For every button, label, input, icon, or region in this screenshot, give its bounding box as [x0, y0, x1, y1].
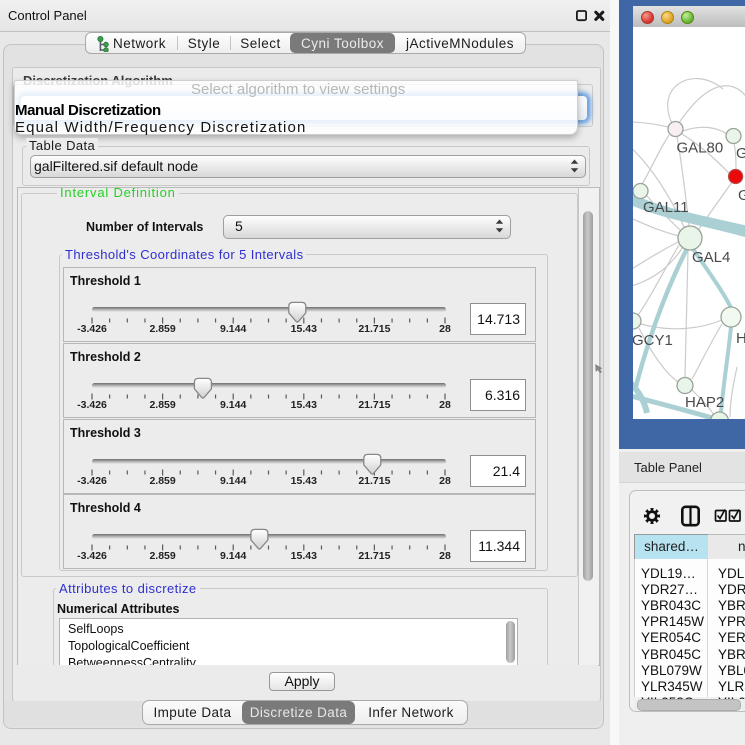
svg-text:GAL4: GAL4 [692, 249, 730, 266]
svg-text:HAP2: HAP2 [685, 394, 724, 411]
svg-text:GAL80: GAL80 [677, 140, 724, 157]
svg-text:GCY1: GCY1 [633, 332, 673, 349]
svg-text:H: H [736, 330, 745, 347]
svg-text:G: G [738, 187, 745, 204]
svg-text:GAL11: GAL11 [643, 199, 689, 216]
svg-text:GA: GA [736, 145, 745, 162]
